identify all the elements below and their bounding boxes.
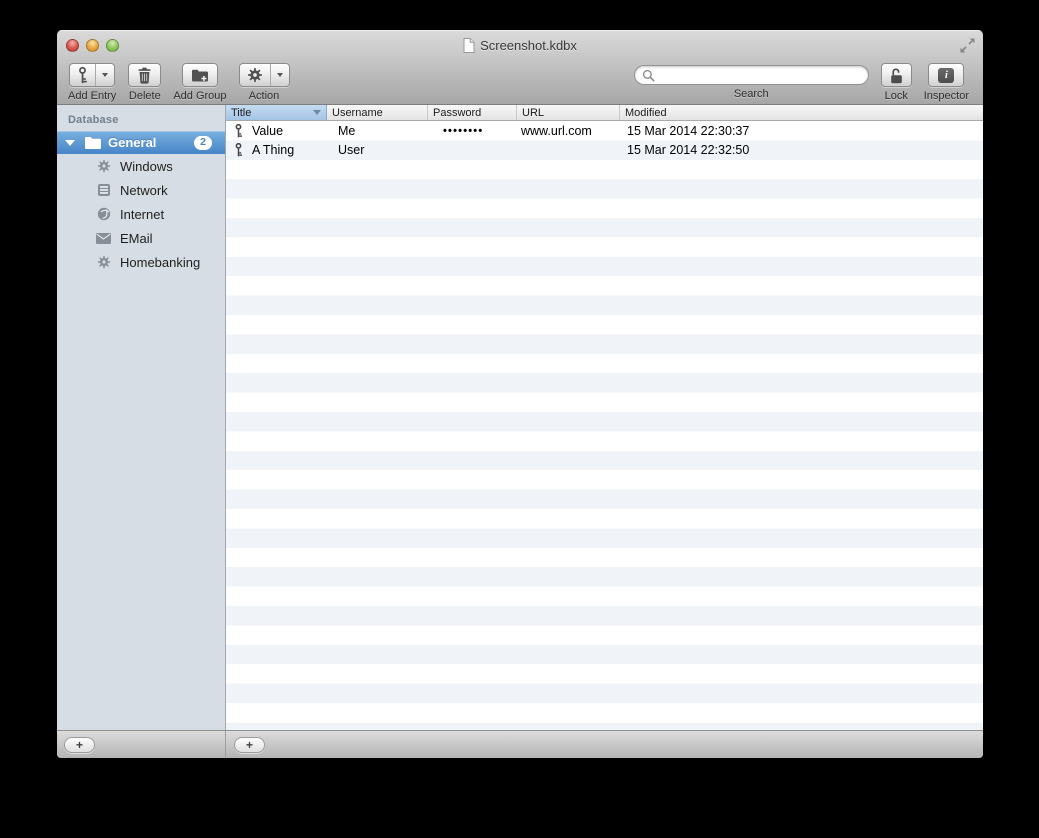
add-entry-dropdown[interactable] [95,64,114,86]
chevron-down-icon [276,73,283,77]
add-group-footer-button[interactable]: + [64,736,95,753]
table-body[interactable]: Value Me •••••••• www.url.com 15 Mar 201… [226,121,983,730]
sidebar-item-label: General [108,135,157,150]
bottom-bar: + + [57,730,983,758]
column-header-modified[interactable]: Modified [620,105,983,120]
window-controls [66,30,119,60]
delete-group: Delete [128,63,162,102]
action-group: Action [238,63,290,102]
content-area: Database General 2 Windows Network Inter… [57,105,983,730]
add-group-label: Add Group [173,90,227,102]
zoom-button[interactable] [106,38,119,52]
entry-count-badge: 2 [194,135,212,150]
entry-modified: 15 Mar 2014 22:32:50 [627,143,750,158]
add-group-button[interactable] [181,63,218,87]
column-header-label: Username [332,106,383,119]
lock-button[interactable] [880,63,912,87]
sidebar-item-homebanking[interactable]: Homebanking [57,250,225,274]
sidebar-item-email[interactable]: EMail [57,226,225,250]
titlebar[interactable]: Screenshot.kdbx [57,30,983,60]
sidebar-item-internet[interactable]: Internet [57,202,225,226]
key-icon [234,123,243,138]
delete-label: Delete [128,90,161,102]
table-row[interactable]: A Thing User 15 Mar 2014 22:32:50 [226,140,983,159]
gear-icon [96,159,111,173]
key-icon [234,143,243,157]
sidebar-item-label: Windows [120,158,173,174]
action-label: Action [248,90,280,102]
inspector-group: i Inspector [924,63,969,102]
action-dropdown[interactable] [269,64,289,86]
entry-username: User [338,143,365,158]
fullscreen-icon[interactable] [959,37,976,54]
folder-plus-icon [191,68,209,83]
sidebar-item-label: Homebanking [120,254,201,270]
gear-icon [240,64,270,86]
add-entry-button[interactable] [69,63,116,87]
column-header-label: Title [231,106,252,119]
search-input[interactable] [658,68,861,82]
folder-icon [84,136,102,149]
add-entry-label: Add Entry [68,90,117,102]
sidebar: Database General 2 Windows Network Inter… [57,105,226,730]
gear-icon [96,255,111,269]
disclosure-triangle-icon[interactable] [65,139,75,146]
action-button[interactable] [238,63,290,87]
envelope-icon [96,232,111,244]
column-header-label: Password [433,106,482,119]
entry-username: Me [338,123,356,138]
server-icon [96,183,111,197]
lock-label: Lock [884,90,908,102]
add-entry-footer-button[interactable]: + [234,736,265,753]
toolbar: Add Entry Delete Add Group Action Search… [57,60,983,104]
entry-table: Title Username Password URL Modified Val… [226,105,983,730]
table-row[interactable]: Value Me •••••••• www.url.com 15 Mar 201… [226,121,983,140]
sidebar-item-label: Network [120,182,168,198]
column-header-label: Modified [625,106,667,119]
magnifier-icon [642,69,655,82]
key-icon [70,64,95,86]
sidebar-footer: + [57,731,226,758]
trash-icon [137,67,152,84]
sidebar-item-general[interactable]: General 2 [57,131,225,154]
sidebar-item-windows[interactable]: Windows [57,154,225,178]
entry-url: www.url.com [521,123,592,138]
column-header-url[interactable]: URL [517,105,620,120]
search-label: Search [733,88,769,100]
sidebar-item-network[interactable]: Network [57,178,225,202]
sidebar-section-header: Database [68,114,119,126]
app-window: Screenshot.kdbx Add Entry Delete Add Gro… [57,30,983,758]
sort-descending-icon [313,110,321,115]
info-icon: i [938,67,955,83]
lock-group: Lock [880,63,912,102]
window-chrome: Screenshot.kdbx Add Entry Delete Add Gro… [57,30,983,105]
globe-icon [96,207,111,221]
close-button[interactable] [66,38,79,52]
padlock-open-icon [889,67,904,84]
chevron-down-icon [102,73,109,77]
column-header-label: URL [522,106,545,119]
table-header: Title Username Password URL Modified [226,105,983,121]
column-header-password[interactable]: Password [428,105,517,120]
delete-button[interactable] [128,63,162,87]
add-group-group: Add Group [173,63,227,102]
document-icon [463,37,475,53]
column-header-title[interactable]: Title [226,105,327,120]
sidebar-item-label: EMail [120,230,153,246]
inspector-label: Inspector [923,90,969,102]
table-footer: + [226,731,983,758]
minimize-button[interactable] [86,38,99,52]
entry-title: A Thing [252,143,295,158]
entry-title: Value [252,123,284,138]
column-header-username[interactable]: Username [327,105,428,120]
search-group: Search [633,63,869,100]
add-entry-group: Add Entry [68,63,116,102]
sidebar-item-label: Internet [120,206,165,222]
window-title: Screenshot.kdbx [480,37,577,53]
search-field[interactable] [633,65,869,85]
window-title-group: Screenshot.kdbx [463,37,577,53]
entry-modified: 15 Mar 2014 22:30:37 [627,123,750,138]
inspector-button[interactable]: i [928,63,965,87]
entry-password: •••••••• [443,124,484,137]
